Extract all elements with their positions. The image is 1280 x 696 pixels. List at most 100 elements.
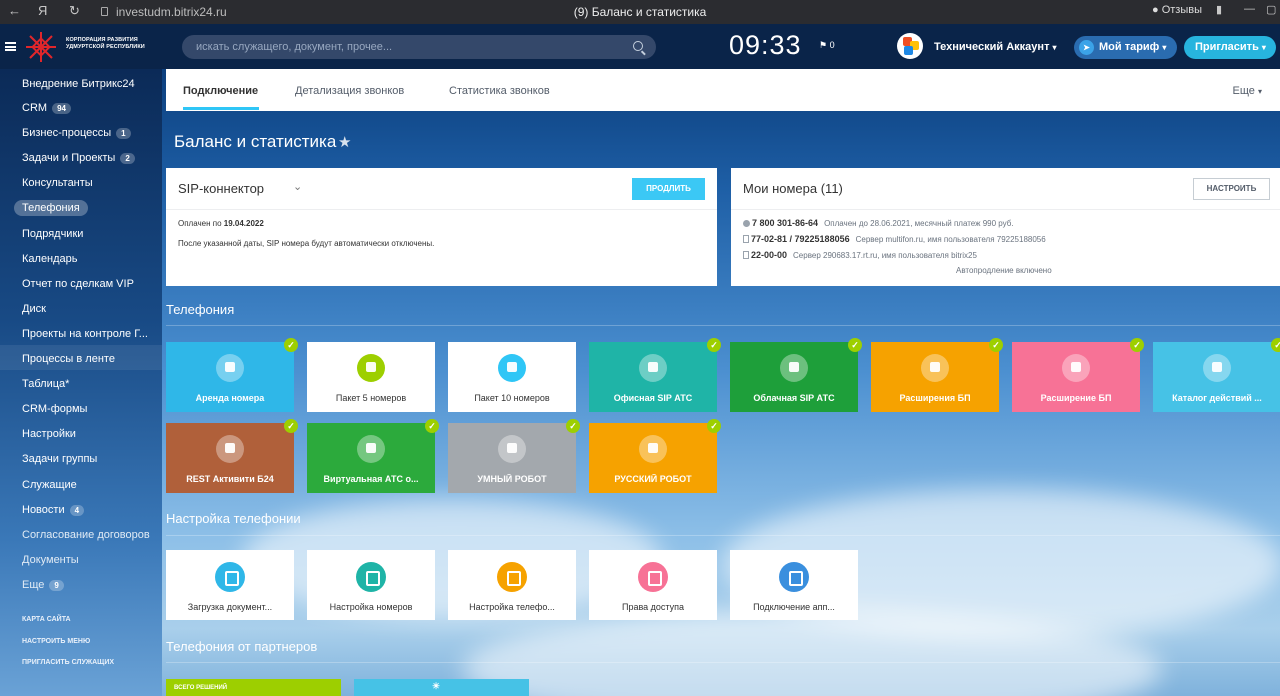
app-tile[interactable]: Облачная SIP АТС ✓ (730, 338, 862, 412)
invite-employees-link[interactable]: ПРИГЛАСИТЬ СЛУЖАЩИХ (22, 659, 114, 666)
sidebar-menu: Внедрение Битрикс24 CRM 94 Бизнес-процесс… (0, 69, 162, 596)
app-tile[interactable]: УМНЫЙ РОБОТ ✓ (448, 419, 580, 493)
sidebar-item-processes-feed[interactable]: Процессы в ленте (0, 345, 162, 371)
flag-counter[interactable]: ⚑ 0 (819, 40, 835, 51)
app-icon (1062, 354, 1090, 382)
active-tab-underline (183, 107, 259, 110)
app-icon (216, 435, 244, 463)
sidebar-item-disk[interactable]: Диск (0, 295, 162, 320)
sidebar-item-tasks[interactable]: Задачи и Проекты 2 (0, 144, 162, 169)
tab-call-stats[interactable]: Статистика звонков (449, 85, 550, 97)
sip-title[interactable]: SIP-коннектор (178, 181, 264, 196)
sidebar-item-contractors[interactable]: Подрядчики (0, 220, 162, 245)
sidebar-item-crm-forms[interactable]: CRM-формы (0, 395, 162, 420)
sidebar-item-crm[interactable]: CRM 94 (0, 94, 162, 119)
sidebar-item-bp[interactable]: Бизнес-процессы 1 (0, 119, 162, 144)
restore-icon[interactable]: ▢ (1266, 3, 1276, 16)
partner-tile[interactable]: ВСЕГО РЕШЕНИЙ (166, 679, 341, 696)
sidebar-item-label: Процессы в ленте (22, 353, 115, 366)
invite-button[interactable]: Пригласить ▾ (1184, 36, 1276, 59)
settings-tile[interactable]: Права доступа (589, 550, 717, 620)
chevron-down-icon[interactable]: ⌄ (293, 180, 302, 193)
app-tile[interactable]: РУССКИЙ РОБОТ ✓ (589, 419, 721, 493)
tab-connection[interactable]: Подключение (183, 85, 258, 97)
extend-button[interactable]: ПРОДЛИТЬ (632, 178, 705, 200)
avatar[interactable] (897, 33, 923, 59)
tab-more[interactable]: Еще ▾ (1233, 85, 1262, 97)
app-tile[interactable]: Пакет 10 номеров (448, 342, 576, 412)
app-tile-label: РУССКИЙ РОБОТ (614, 474, 692, 484)
app-tile-label: Пакет 5 номеров (335, 393, 407, 403)
sidebar-item-documents[interactable]: Документы (0, 546, 162, 571)
app-tile[interactable]: Виртуальная АТС о... ✓ (307, 419, 439, 493)
sidebar-item-more[interactable]: Еще 9 (0, 571, 162, 596)
sidebar-item-label: Телефония (14, 200, 88, 217)
number-row[interactable]: 7 800 301-86-64 Оплачен до 28.06.2021, ме… (743, 218, 1014, 228)
sidebar-item-contracts[interactable]: Согласование договоров (0, 521, 162, 546)
app-tile-label: УМНЫЙ РОБОТ (477, 474, 547, 484)
sidebar-item-projects-control[interactable]: Проекты на контроле Г... (0, 320, 162, 345)
app-tile[interactable]: Расширение БП ✓ (1012, 338, 1144, 412)
logo-icon[interactable] (24, 30, 58, 64)
partner-tile[interactable]: ☀ (354, 679, 529, 696)
divider (166, 535, 1280, 536)
sidebar-item-group-tasks[interactable]: Задачи группы (0, 445, 162, 470)
tab-call-details[interactable]: Детализация звонков (295, 85, 404, 97)
autorenew-note: Автопродление включено (956, 266, 1052, 275)
app-tile[interactable]: Каталог действий ... ✓ (1153, 338, 1280, 412)
star-icon[interactable]: ★ (338, 133, 351, 151)
logo-line1: КОРПОРАЦИЯ РАЗВИТИЯ (66, 37, 138, 43)
sidebar-item-calendar[interactable]: Календарь (0, 245, 162, 270)
sidebar-item-label: Задачи группы (22, 453, 98, 466)
sidebar-item-label: Еще (22, 578, 45, 591)
search-input[interactable]: искать служащего, документ, прочее... (182, 35, 656, 59)
sidebar-item-table[interactable]: Таблица* (0, 370, 162, 395)
section-title-settings: Настройка телефонии (166, 511, 301, 526)
feedback-button[interactable]: ● Отзывы (1152, 4, 1202, 16)
settings-tile[interactable]: Подключение апп... (730, 550, 858, 620)
invite-label: Пригласить (1195, 41, 1259, 53)
number-row[interactable]: 22-00-00 Сервер 290683.17.rt.ru, имя поль… (743, 250, 977, 260)
clock[interactable]: 09:33 (729, 30, 802, 61)
minimize-icon[interactable]: — (1244, 3, 1255, 15)
sidebar-item-label: Подрядчики (22, 227, 84, 240)
sidebar-item-consultants[interactable]: Консультанты (0, 169, 162, 194)
sidebar-item-news[interactable]: Новости 4 (0, 496, 162, 521)
menu-icon[interactable] (5, 42, 16, 51)
settings-tile[interactable]: Загрузка документ... (166, 550, 294, 620)
divider (731, 209, 1280, 210)
sidebar-item-settings[interactable]: Настройки (0, 420, 162, 445)
app-tile[interactable]: Аренда номера ✓ (166, 338, 298, 412)
sidebar-item-vip-report[interactable]: Отчет по сделкам VIP (0, 270, 162, 295)
sidebar-item-implementation[interactable]: Внедрение Битрикс24 (0, 69, 162, 94)
settings-tile-label: Загрузка документ... (187, 602, 273, 612)
app-tile-label: Расширения БП (899, 393, 971, 403)
number-desc: Оплачен до 28.06.2021, месячный платеж 9… (824, 219, 1014, 228)
search-placeholder: искать служащего, документ, прочее... (196, 41, 393, 53)
search-icon[interactable] (633, 41, 643, 51)
sidebar-item-employees[interactable]: Служащие (0, 471, 162, 496)
sitemap-link[interactable]: КАРТА САЙТА (22, 616, 71, 623)
tariff-button[interactable]: ➤ Мой тариф ▾ (1074, 36, 1177, 59)
app-tile-label: REST Активити Б24 (186, 474, 274, 484)
installed-check-icon: ✓ (284, 419, 298, 433)
chevron-down-icon: ▾ (1162, 43, 1167, 52)
sidebar-item-telephony[interactable]: Телефония (0, 194, 162, 219)
configure-button[interactable]: НАСТРОИТЬ (1193, 178, 1270, 200)
account-name: Технический Аккаунт (934, 41, 1050, 53)
app-tile[interactable]: Расширения БП ✓ (871, 338, 1003, 412)
number-row[interactable]: 77-02-81 / 79225188056 Сервер multifon.ru… (743, 234, 1046, 244)
sidebar-item-label: Внедрение Битрикс24 (22, 78, 135, 90)
number-desc: Сервер 290683.17.rt.ru, имя пользователя… (793, 251, 977, 260)
settings-tile[interactable]: Настройка номеров (307, 550, 435, 620)
app-tile[interactable]: Офисная SIP АТС ✓ (589, 338, 721, 412)
settings-icon (638, 562, 668, 592)
sip-note: После указанной даты, SIP номера будут а… (178, 239, 435, 248)
settings-tile[interactable]: Настройка телефо... (448, 550, 576, 620)
settings-icon (497, 562, 527, 592)
configure-menu-link[interactable]: НАСТРОИТЬ МЕНЮ (22, 638, 90, 645)
bookmark-icon[interactable]: ▮ (1216, 3, 1222, 16)
app-tile[interactable]: REST Активити Б24 ✓ (166, 419, 298, 493)
app-tile[interactable]: Пакет 5 номеров (307, 342, 435, 412)
account-menu[interactable]: Технический Аккаунт ▾ (934, 41, 1057, 53)
